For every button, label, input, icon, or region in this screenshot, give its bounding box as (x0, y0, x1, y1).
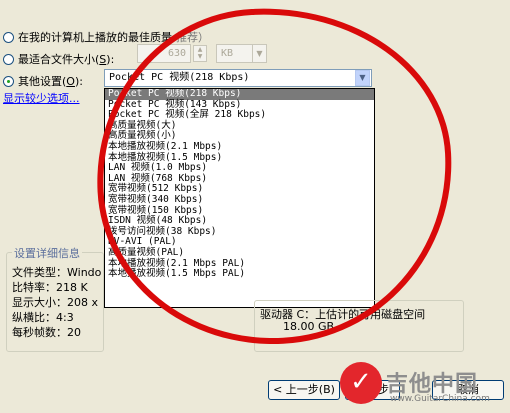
option-best-fit-size-label: 最适合文件大小(S): (18, 53, 115, 66)
fps-text: 每秒帧数：20 (12, 326, 81, 339)
option-other-settings[interactable]: 其他设置(O): (3, 73, 83, 89)
option-best-quality-label: 在我的计算机上播放的最佳质量 (18, 31, 172, 44)
option-best-fit-size[interactable]: 最适合文件大小(S): (3, 51, 114, 67)
option-other-settings-label: 其他设置(O): (18, 75, 83, 88)
watermark-url: www.GuitarChina.com (390, 394, 490, 404)
aspect-ratio-text: 纵横比：4:3 (12, 311, 74, 324)
radio-other-settings[interactable] (3, 75, 14, 87)
bitrate-text: 比特率：218 K (12, 281, 88, 294)
back-button[interactable]: < 上一步(B) (268, 380, 340, 400)
display-size-text: 显示大小：208 x (12, 296, 99, 309)
guitarchina-logo-icon: ✓ (340, 362, 382, 404)
show-fewer-options-link[interactable]: 显示较少选项... (3, 90, 80, 106)
file-type-text: 文件类型：Windo (12, 266, 102, 279)
settings-details-title: 设置详细信息 (12, 245, 82, 261)
radio-best-quality[interactable] (3, 31, 14, 43)
radio-best-fit-size[interactable] (3, 53, 14, 65)
